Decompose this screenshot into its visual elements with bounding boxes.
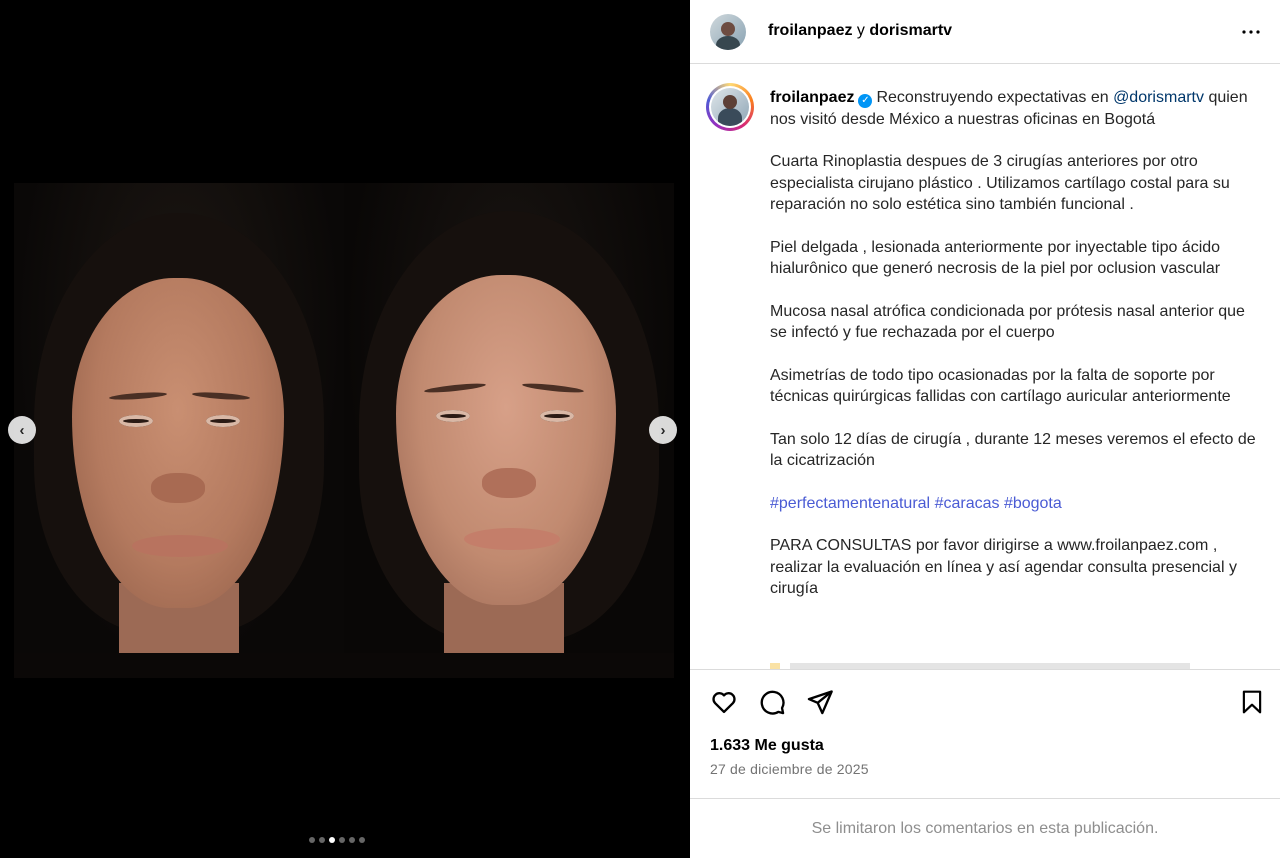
carousel-prev-button[interactable]: ‹ <box>8 416 36 444</box>
post-header: froilanpaez y dorismartv <box>690 0 1280 64</box>
post-authors: froilanpaez y dorismartv <box>768 22 952 40</box>
before-photo-panel <box>14 183 344 678</box>
carousel-dot <box>339 837 345 843</box>
authors-connector: y <box>856 22 865 39</box>
post-sidebar: froilanpaez y dorismartv froilanpaez ✓ Rec… <box>690 0 1280 858</box>
carousel-dot <box>309 837 315 843</box>
author-username-link[interactable]: froilanpaez <box>768 22 852 39</box>
send-icon <box>807 690 833 715</box>
carousel-indicator <box>309 837 365 843</box>
caption-paragraph: Tan solo 12 días de cirugía , durante 12… <box>770 430 1256 470</box>
comment-icon <box>760 690 785 715</box>
more-horizontal-icon <box>1242 30 1260 34</box>
post-media-viewer[interactable]: ‹ › <box>0 0 690 858</box>
save-button[interactable] <box>1237 687 1267 717</box>
mention-link[interactable]: @dorismartv <box>1113 89 1204 106</box>
caption-paragraph: Piel delgada , lesionada anteriormente p… <box>770 238 1221 278</box>
hashtag-link[interactable]: #caracas <box>935 495 1000 512</box>
carousel-dot <box>359 837 365 843</box>
carousel-dot <box>349 837 355 843</box>
caption-paragraph: Cuarta Rinoplastia despues de 3 cirugías… <box>770 153 1230 213</box>
carousel-next-button[interactable]: › <box>649 416 677 444</box>
caption-author-avatar[interactable] <box>706 83 754 131</box>
before-after-photo <box>14 183 674 678</box>
like-button[interactable] <box>709 687 739 717</box>
caption-intro-text: Reconstruyendo expectativas en <box>876 89 1109 106</box>
caption-paragraph: Mucosa nasal atrófica condicionada por p… <box>770 302 1245 342</box>
caption-scroll-area[interactable]: froilanpaez ✓ Reconstruyendo expectativas … <box>690 65 1280 669</box>
coauthor-username-link[interactable]: dorismartv <box>869 22 952 39</box>
caption-username-link[interactable]: froilanpaez <box>770 89 854 106</box>
after-photo-panel <box>344 183 674 678</box>
comment-button[interactable] <box>757 687 787 717</box>
verified-badge-icon: ✓ <box>858 94 873 108</box>
caption-hashtags: #perfectamentenatural #caracas #bogota <box>770 493 1260 515</box>
more-options-button[interactable] <box>1239 20 1263 44</box>
post-actions: 1.633 Me gusta 27 de diciembre de 2025 <box>690 669 1280 798</box>
hashtag-link[interactable]: #perfectamentenatural <box>770 495 930 512</box>
carousel-dot <box>319 837 325 843</box>
likes-count[interactable]: 1.633 Me gusta <box>710 737 824 755</box>
caption-paragraph: PARA CONSULTAS por favor dirigirse a www… <box>770 537 1237 597</box>
carousel-dot-active <box>329 837 335 843</box>
hashtag-link[interactable]: #bogota <box>1004 495 1062 512</box>
chevron-right-icon: › <box>660 421 666 439</box>
comments-limited-notice: Se limitaron los comentarios en esta pub… <box>690 798 1280 858</box>
bookmark-icon <box>1242 690 1262 714</box>
chevron-left-icon: ‹ <box>19 421 25 439</box>
heart-icon <box>712 692 736 714</box>
post-date[interactable]: 27 de diciembre de 2025 <box>710 761 869 777</box>
caption-paragraph: Asimetrías de todo tipo ocasionadas por … <box>770 366 1231 406</box>
author-avatar[interactable] <box>710 14 746 50</box>
post-caption: froilanpaez ✓ Reconstruyendo expectativas … <box>770 87 1260 621</box>
share-button[interactable] <box>805 687 835 717</box>
